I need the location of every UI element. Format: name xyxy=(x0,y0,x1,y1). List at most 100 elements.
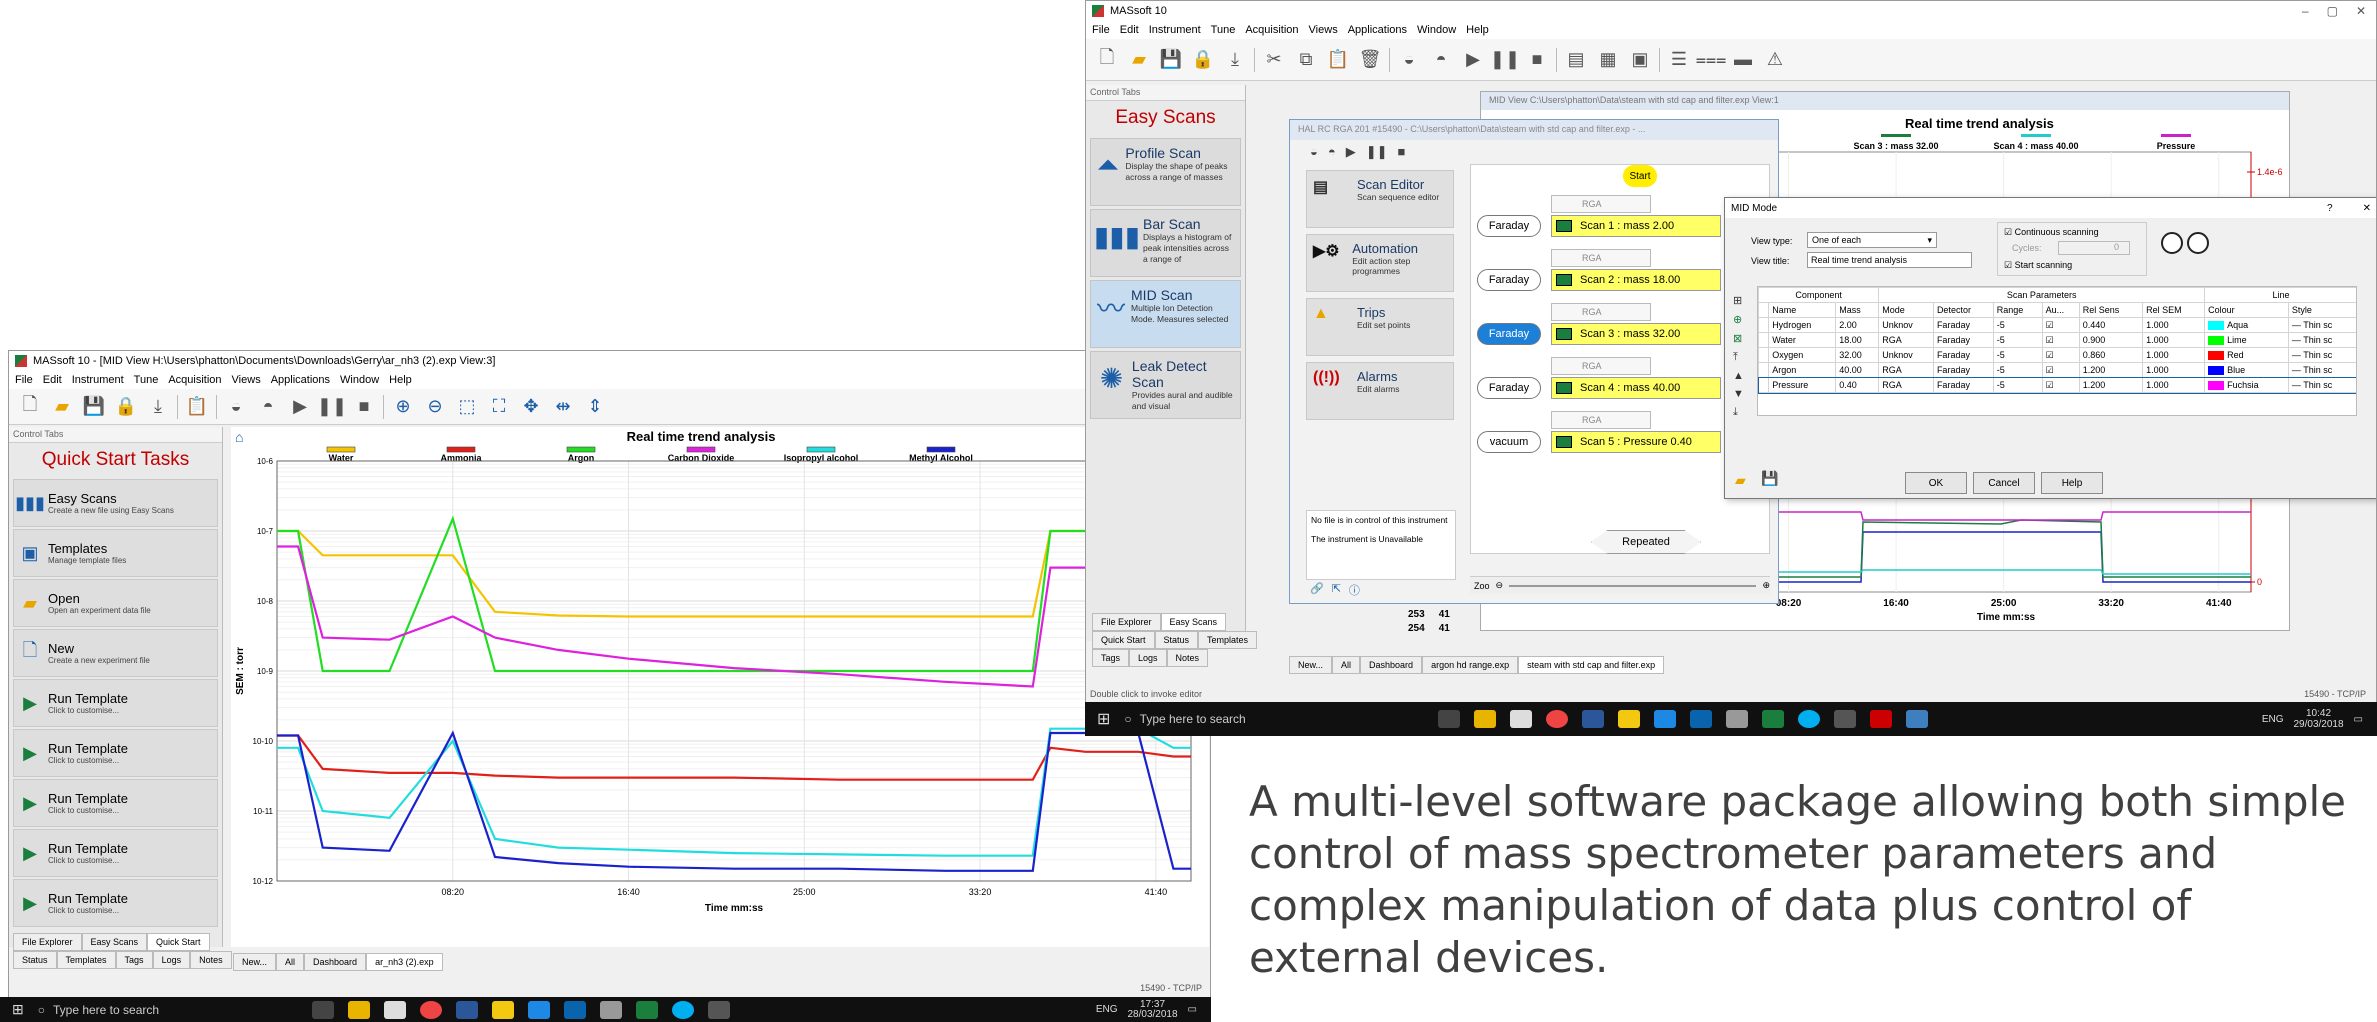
pan-horizontal-icon[interactable]: ⇹ xyxy=(550,394,576,420)
pin-icon[interactable]: ⇱ xyxy=(1332,582,1341,598)
play-icon[interactable]: ▶ xyxy=(1460,47,1486,73)
windows-start-icon[interactable]: ⊞ xyxy=(1097,709,1110,729)
cascade-icon[interactable]: ⩶ xyxy=(1696,47,1727,73)
word-icon[interactable] xyxy=(1582,710,1605,728)
save-icon[interactable]: 💾 xyxy=(81,394,107,420)
continuous-scanning-check[interactable]: ☑ Continuous scanning xyxy=(2004,227,2099,238)
menu-item[interactable]: Window xyxy=(1417,24,1456,36)
tab[interactable]: All xyxy=(1332,656,1361,674)
cell-mode[interactable]: Unknov xyxy=(1878,317,1934,333)
cell-mass[interactable]: 40.00 xyxy=(1835,362,1880,378)
start-node[interactable]: Start xyxy=(1623,165,1657,187)
move-bottom-icon[interactable]: ⤓ xyxy=(1733,406,1744,419)
tab[interactable]: Templates xyxy=(1198,631,1258,649)
notification-icon[interactable]: ▭ xyxy=(1188,1004,1197,1015)
delete-row-icon[interactable]: ⊠ xyxy=(1733,332,1744,345)
network-app-icon[interactable] xyxy=(1834,710,1857,728)
cell-style[interactable]: — Thin sc xyxy=(2287,347,2356,363)
clipboard-icon[interactable]: 📋 xyxy=(184,394,210,420)
table-col-header[interactable]: Colour xyxy=(2204,302,2289,318)
cell-mass[interactable]: 18.00 xyxy=(1835,332,1880,348)
cell-rel-sem[interactable]: 1.000 xyxy=(2142,332,2206,348)
tab[interactable]: All xyxy=(276,953,305,971)
table-col-header[interactable]: Au... xyxy=(2041,302,2080,318)
stop-icon[interactable]: ■ xyxy=(1524,47,1550,73)
filament-icon[interactable]: ◒ xyxy=(1310,144,1318,159)
table-col-header[interactable]: Name xyxy=(1768,302,1837,318)
tab[interactable]: Notes xyxy=(190,951,232,969)
cell-detector[interactable]: Faraday xyxy=(1932,332,1994,348)
pause-icon[interactable]: ❚❚ xyxy=(1490,47,1520,73)
table-col-header[interactable]: Detector xyxy=(1932,302,1994,318)
filament-off-icon[interactable]: ◓ xyxy=(1328,144,1336,159)
cell-mode[interactable]: Unknov xyxy=(1878,347,1934,363)
move-up-icon[interactable]: ▲ xyxy=(1733,370,1744,382)
cell-mass[interactable]: 32.00 xyxy=(1835,347,1880,363)
network-app-icon[interactable] xyxy=(707,1000,730,1019)
move-down-icon[interactable]: ▼ xyxy=(1733,388,1744,400)
outlook-icon[interactable] xyxy=(1690,710,1713,728)
timer-icon[interactable] xyxy=(2161,232,2183,254)
table-row[interactable]: Hydrogen 2.00 Unknov Faraday -5 ☑ 0.440 1.000 Aq… xyxy=(1758,317,2356,333)
tab[interactable]: ar_nh3 (2).exp xyxy=(366,953,443,971)
minimize-icon[interactable]: – xyxy=(2302,4,2309,18)
stop-icon[interactable]: ■ xyxy=(1398,144,1406,159)
tab[interactable]: Tags xyxy=(1092,649,1130,667)
filament-icon[interactable]: ◒ xyxy=(223,394,249,420)
cell-mode[interactable]: RGA xyxy=(1878,377,1934,393)
insert-row-icon[interactable]: ⊕ xyxy=(1733,313,1744,326)
paste-icon[interactable]: 📋 xyxy=(1325,47,1351,73)
tab[interactable]: Easy Scans xyxy=(1160,613,1227,631)
link-icon[interactable]: 🔗 xyxy=(1310,582,1324,598)
cell-range[interactable]: -5 xyxy=(1992,332,2043,348)
edge-icon[interactable] xyxy=(1654,710,1677,728)
tab[interactable]: steam with std cap and filter.exp xyxy=(1518,656,1665,674)
menu-item[interactable]: Instrument xyxy=(72,374,124,386)
cell-range[interactable]: -5 xyxy=(1992,347,2043,363)
menu-item[interactable]: Edit xyxy=(43,374,62,386)
repeated-node[interactable]: Repeated xyxy=(1591,530,1701,554)
menu-item[interactable]: Tune xyxy=(1211,24,1236,36)
info-icon[interactable]: ⓘ xyxy=(1349,582,1360,598)
menu-item[interactable]: Applications xyxy=(1348,24,1407,36)
tab[interactable]: New... xyxy=(233,953,277,971)
tab[interactable]: File Explorer xyxy=(13,933,82,951)
save-icon[interactable]: 💾 xyxy=(1761,470,1778,487)
tab[interactable]: argon hd range.exp xyxy=(1422,656,1519,674)
menu-item[interactable]: Instrument xyxy=(1149,24,1201,36)
quick-start-item[interactable]: ▣ Templates Manage template files xyxy=(13,529,218,577)
easy-scan-item[interactable]: ⏶ Profile Scan Display the shape of peaks … xyxy=(1090,138,1241,206)
menu-item[interactable]: Views xyxy=(232,374,261,386)
new-file-icon[interactable]: 🗋 xyxy=(17,394,43,420)
cell-range[interactable]: -5 xyxy=(1992,317,2043,333)
chrome-icon[interactable] xyxy=(419,1000,442,1019)
skype-icon[interactable] xyxy=(1798,710,1821,728)
quick-start-item[interactable]: ▰ Open Open an experiment data file xyxy=(13,579,218,627)
play-icon[interactable]: ▶ xyxy=(287,394,313,420)
menu-item[interactable]: Help xyxy=(1466,24,1489,36)
cell-auto-check[interactable]: ☑ xyxy=(2041,362,2080,378)
new-file-icon[interactable]: 🗋 xyxy=(1094,47,1120,73)
table-col-header[interactable]: Rel SEM xyxy=(2142,302,2206,318)
zoom-in-icon[interactable]: ⊕ xyxy=(1762,580,1770,591)
automation-item[interactable]: ▲ Trips Edit set points xyxy=(1306,298,1454,356)
tab[interactable]: Dashboard xyxy=(1360,656,1423,674)
cell-detector[interactable]: Faraday xyxy=(1932,347,1994,363)
filament-off-icon[interactable]: ◓ xyxy=(1428,47,1454,73)
detector-node[interactable]: Faraday xyxy=(1477,215,1541,237)
quick-start-item[interactable]: 🗋 New Create a new experiment file xyxy=(13,629,218,677)
automation-item[interactable]: ▶⚙ Automation Edit action step programmes xyxy=(1306,234,1454,292)
cell-colour[interactable]: Red xyxy=(2204,347,2289,363)
quick-start-item[interactable]: ▶ Run Template Click to customise... xyxy=(13,879,218,927)
cycles-input[interactable]: 0 xyxy=(2058,241,2130,255)
tab[interactable]: Status xyxy=(13,951,57,969)
stop-icon[interactable]: ■ xyxy=(351,394,377,420)
table-col-header[interactable]: Rel Sens xyxy=(2078,302,2144,318)
close-icon[interactable]: ✕ xyxy=(2363,203,2371,214)
move-top-icon[interactable]: ⤒ xyxy=(1733,351,1744,364)
export-icon[interactable]: ⤓ xyxy=(145,394,171,420)
detector-node[interactable]: Faraday xyxy=(1477,323,1541,345)
pan-vertical-icon[interactable]: ⇕ xyxy=(582,394,608,420)
save-icon[interactable]: 💾 xyxy=(1158,47,1184,73)
clock[interactable]: 10:42 29/03/2018 xyxy=(2293,708,2343,730)
